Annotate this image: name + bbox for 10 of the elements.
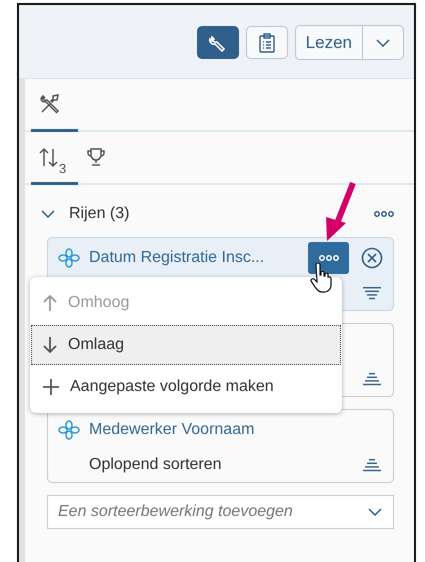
menu-item[interactable]: Omlaag (31, 325, 341, 365)
field-name: Medewerker Voornaam (89, 421, 254, 439)
add-sort-field[interactable]: Een sorteerbewerking toevoegen (47, 495, 394, 529)
tab-count: 3 (59, 161, 66, 176)
sort-label: Oplopend sorteren (88, 456, 223, 474)
read-button[interactable]: Lezen (296, 26, 363, 59)
field-name: Datum Registratie Insc... (89, 249, 264, 267)
tab[interactable]: 3 (31, 132, 78, 185)
menu-item[interactable]: Aangepaste volgorde maken (31, 367, 341, 407)
section-title: Rijen (3) (69, 205, 130, 223)
